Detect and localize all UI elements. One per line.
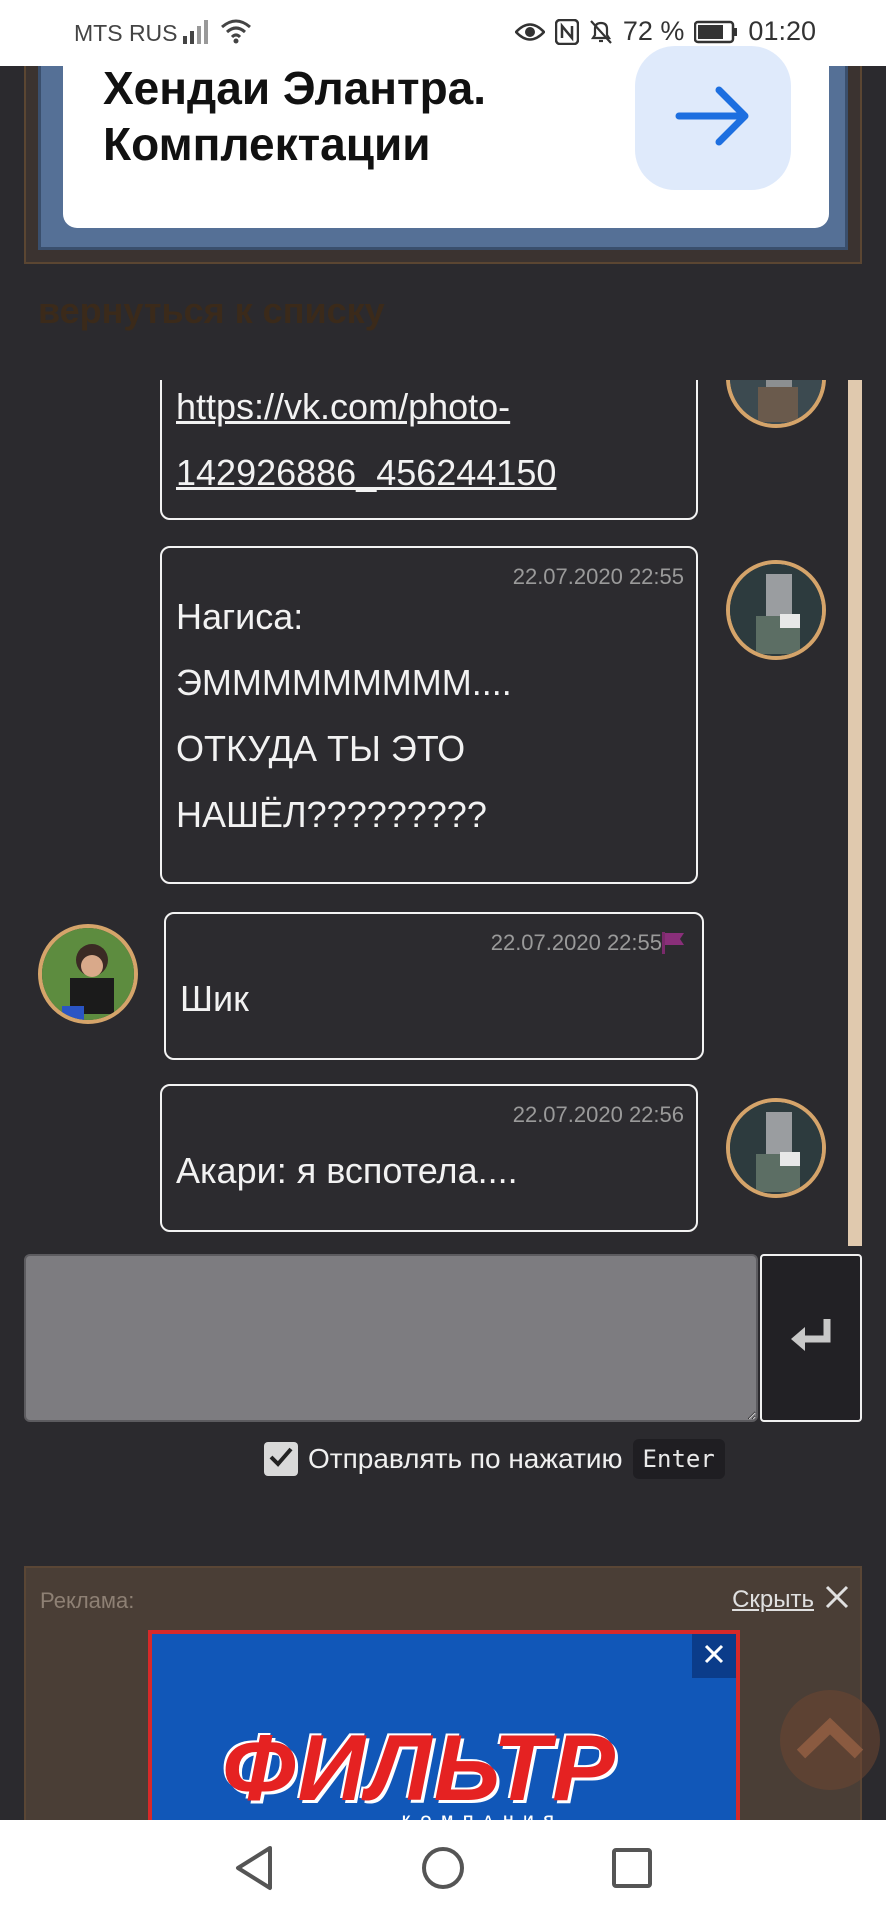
scroll-to-top-button[interactable] xyxy=(780,1690,880,1790)
enter-key-hint: Enter xyxy=(632,1439,725,1479)
avatar[interactable] xyxy=(726,380,826,428)
ad-hide-link[interactable]: Скрыть xyxy=(732,1586,814,1614)
send-on-enter-label[interactable]: Отправлять по нажатию xyxy=(308,1443,623,1475)
ad-banner[interactable]: ФИЛЬТР КОМПАНИЯ xyxy=(148,1630,740,1824)
send-button[interactable] xyxy=(760,1254,862,1422)
ad-top-frame: Хендаи Элантра. Комплектации xyxy=(38,46,848,250)
ad-logo: ФИЛЬТР xyxy=(222,1715,617,1820)
signal-icon xyxy=(183,20,211,49)
message-link-continued[interactable]: 142926886_456244150 xyxy=(176,452,556,493)
message-bubble: 22.07.2020 22:55 Нагиса: ЭМММММММММ.... … xyxy=(160,546,698,884)
ad-top-card[interactable]: Хендаи Элантра. Комплектации xyxy=(63,46,829,228)
ad-arrow-button[interactable] xyxy=(635,46,791,190)
message-text: Шик xyxy=(180,978,249,1019)
home-circle-icon[interactable] xyxy=(420,1844,466,1897)
ad-top-container: Хендаи Элантра. Комплектации xyxy=(24,46,862,264)
message-bubble: 22.07.2020 22:56 Акари: я вспотела.... xyxy=(160,1084,698,1232)
clock: 01:20 xyxy=(748,16,816,46)
status-right-group: 72 % 01:20 xyxy=(514,16,816,47)
battery-percent: 72 % xyxy=(622,16,685,46)
wifi-icon xyxy=(220,18,252,49)
checkbox-icon xyxy=(268,1443,294,1475)
back-to-list-link[interactable]: вернуться к списку xyxy=(38,290,385,332)
carrier-name: MTS RUS xyxy=(74,20,178,46)
chat-messages[interactable]: https://vk.com/photo- 142926886_45624415… xyxy=(0,380,886,1248)
screen: MTS RUS 72 % 01:20 Хендаи Элантра. Компл… xyxy=(0,0,886,1920)
avatar[interactable] xyxy=(38,924,138,1024)
send-on-enter-option[interactable]: Отправлять по нажатию Enter xyxy=(264,1436,725,1482)
chat-scrollbar[interactable] xyxy=(848,380,862,1246)
system-nav-bar xyxy=(0,1820,886,1920)
send-on-enter-checkbox[interactable] xyxy=(264,1442,298,1476)
message-text: https://vk.com/photo- 142926886_45624415… xyxy=(176,380,556,506)
message-text: Акари: я вспотела.... xyxy=(176,1150,518,1191)
nfc-icon xyxy=(554,18,579,45)
message-timestamp: 22.07.2020 22:55 xyxy=(512,564,684,589)
close-icon[interactable] xyxy=(824,1584,850,1615)
message-link[interactable]: https://vk.com/photo- xyxy=(176,386,510,427)
message-bubble: https://vk.com/photo- 142926886_45624415… xyxy=(160,380,698,520)
chevron-up-icon xyxy=(795,1716,865,1765)
arrow-right-icon xyxy=(673,84,753,153)
battery-icon xyxy=(694,20,738,44)
avatar[interactable] xyxy=(726,560,826,660)
enter-return-icon xyxy=(789,1317,833,1360)
message-line: ЭМММММММММ.... xyxy=(176,662,512,703)
message-input[interactable] xyxy=(24,1254,758,1422)
message-line: НАШЁЛ????????? xyxy=(176,794,487,835)
message-line: ОТКУДА ТЫ ЭТО xyxy=(176,728,466,769)
ad-banner-close-button[interactable] xyxy=(692,1634,736,1678)
avatar[interactable] xyxy=(726,1098,826,1198)
message-timestamp: 22.07.2020 22:55 xyxy=(490,930,662,955)
message-timestamp: 22.07.2020 22:56 xyxy=(512,1102,684,1127)
eye-icon xyxy=(514,21,545,43)
message-line: Нагиса: xyxy=(176,596,304,637)
ad-bottom-container: Реклама: Скрыть ФИЛЬТР КОМПАНИЯ xyxy=(24,1566,862,1826)
message-bubble: 22.07.2020 22:55 Шик xyxy=(164,912,704,1060)
bell-off-icon xyxy=(589,19,613,45)
close-icon xyxy=(703,1643,725,1670)
message-text: Нагиса: ЭМММММММММ.... ОТКУДА ТЫ ЭТО НАШ… xyxy=(176,584,512,848)
recents-square-icon[interactable] xyxy=(610,1844,654,1897)
back-triangle-icon[interactable] xyxy=(232,1844,276,1897)
ad-label: Реклама: xyxy=(40,1588,135,1613)
flag-icon[interactable] xyxy=(660,930,686,961)
ad-top-title[interactable]: Хендаи Элантра. Комплектации xyxy=(103,60,623,172)
